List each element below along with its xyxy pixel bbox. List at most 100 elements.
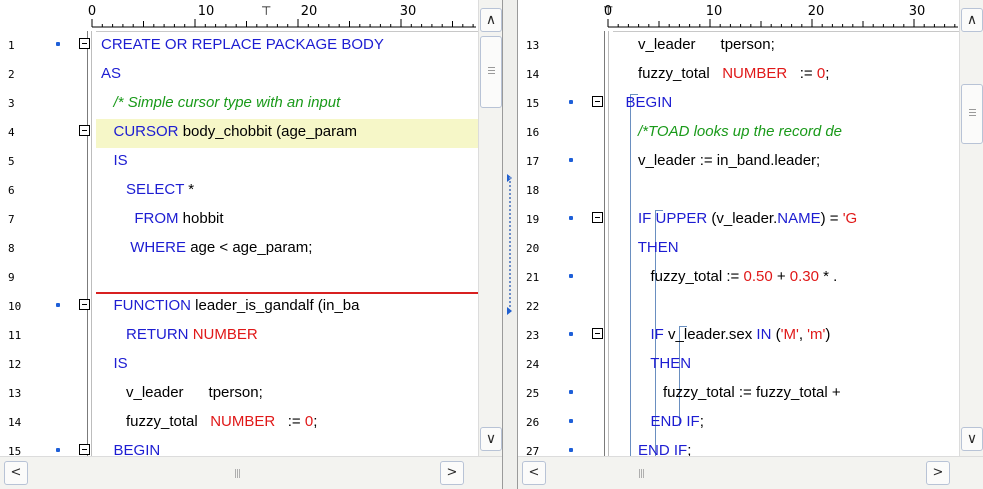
code-text[interactable]: FROM hobbit xyxy=(101,210,223,227)
scroll-left-button[interactable]: < xyxy=(4,461,28,485)
line-number: 16 xyxy=(526,126,540,139)
breakpoint-dot-icon[interactable] xyxy=(56,448,60,452)
code-text[interactable]: AS xyxy=(101,65,121,82)
line-number: 3 xyxy=(8,97,15,110)
vertical-scrollbar[interactable]: ∧ ∨ xyxy=(959,0,983,456)
fold-collapse-icon[interactable] xyxy=(79,125,90,136)
code-line[interactable]: 1 CREATE OR REPLACE PACKAGE BODY xyxy=(0,32,478,61)
horizontal-scrollbar[interactable]: < ||| > xyxy=(0,456,502,489)
breakpoint-dot-icon[interactable] xyxy=(56,303,60,307)
scroll-down-button[interactable]: ∨ xyxy=(480,427,502,451)
code-text[interactable]: BEGIN xyxy=(613,94,673,111)
line-number: 13 xyxy=(8,387,22,400)
fold-collapse-icon[interactable] xyxy=(79,38,90,49)
breakpoint-dot-icon[interactable] xyxy=(569,448,573,452)
code-line[interactable]: 16 /*TOAD looks up the record de xyxy=(518,119,959,148)
pane-splitter[interactable] xyxy=(503,0,517,489)
code-text[interactable]: RETURN NUMBER xyxy=(101,326,258,343)
code-text[interactable]: fuzzy_total := 0.50 + 0.30 * . xyxy=(613,268,838,285)
code-text[interactable]: CREATE OR REPLACE PACKAGE BODY xyxy=(101,36,384,53)
code-line[interactable]: 15 BEGIN xyxy=(518,90,959,119)
code-line[interactable]: 17 v_leader := in_band.leader; xyxy=(518,148,959,177)
scroll-right-button[interactable]: > xyxy=(926,461,950,485)
code-text[interactable]: THEN xyxy=(613,239,679,256)
code-line[interactable]: 23 IF v_leader.sex IN ('M', 'm') xyxy=(518,322,959,351)
code-line[interactable]: 24 THEN xyxy=(518,351,959,380)
breakpoint-dot-icon[interactable] xyxy=(569,216,573,220)
fold-collapse-icon[interactable] xyxy=(79,444,90,455)
horizontal-scrollbar[interactable]: < ||| > xyxy=(518,456,983,489)
fold-collapse-icon[interactable] xyxy=(592,212,603,223)
ruler-label: 30 xyxy=(908,4,926,19)
code-line[interactable]: 10 FUNCTION leader_is_gandalf (in_ba xyxy=(0,293,478,322)
code-line[interactable]: 20 THEN xyxy=(518,235,959,264)
line-number: 17 xyxy=(526,155,540,168)
scroll-up-button[interactable]: ∧ xyxy=(961,8,983,32)
right-editor-pane[interactable]: 0 10 20 30 ⊤ 13 v_leader tperson; 14 fuzz… xyxy=(517,0,983,489)
code-text[interactable]: v_leader tperson; xyxy=(613,36,775,53)
breakpoint-dot-icon[interactable] xyxy=(569,100,573,104)
code-line[interactable]: 19 IF UPPER (v_leader.NAME) = 'G xyxy=(518,206,959,235)
code-line[interactable]: 13 v_leader tperson; xyxy=(0,380,478,409)
fold-collapse-icon[interactable] xyxy=(592,328,603,339)
code-line[interactable]: 12 IS xyxy=(0,351,478,380)
code-text[interactable]: /*TOAD looks up the record de xyxy=(613,123,842,140)
breakpoint-dot-icon[interactable] xyxy=(569,274,573,278)
code-text[interactable]: CURSOR body_chobbit (age_param xyxy=(101,123,357,140)
scroll-thumb[interactable] xyxy=(480,36,502,108)
code-text[interactable]: END IF; xyxy=(613,413,704,430)
line-number: 22 xyxy=(526,300,540,313)
left-editor-pane[interactable]: 0 10 20 30 ⊤ 1 CREATE OR REPLACE PACKAGE … xyxy=(0,0,503,489)
code-text[interactable]: THEN xyxy=(613,355,691,372)
code-line[interactable]: 26 END IF; xyxy=(518,409,959,438)
code-text[interactable]: fuzzy_total NUMBER := 0; xyxy=(613,65,829,82)
code-line[interactable]: 18 xyxy=(518,177,959,206)
scroll-left-button[interactable]: < xyxy=(522,461,546,485)
code-text[interactable]: v_leader := in_band.leader; xyxy=(613,152,820,169)
breakpoint-dot-icon[interactable] xyxy=(569,390,573,394)
line-number: 26 xyxy=(526,416,540,429)
code-text[interactable]: IS xyxy=(101,355,128,372)
code-line[interactable]: 8 WHERE age < age_param; xyxy=(0,235,478,264)
code-line[interactable]: 14 fuzzy_total NUMBER := 0; xyxy=(0,409,478,438)
code-line[interactable]: 7 FROM hobbit xyxy=(0,206,478,235)
code-text[interactable]: v_leader tperson; xyxy=(101,384,263,401)
scroll-thumb[interactable] xyxy=(961,84,983,144)
code-line[interactable]: 2 AS xyxy=(0,61,478,90)
code-text[interactable]: /* Simple cursor type with an input xyxy=(101,94,341,111)
code-line[interactable]: 4 CURSOR body_chobbit (age_param xyxy=(0,119,478,148)
code-line[interactable]: 22 xyxy=(518,293,959,322)
scroll-grip[interactable]: ||| xyxy=(638,469,645,479)
code-text[interactable]: IS xyxy=(101,152,128,169)
code-line[interactable]: 13 v_leader tperson; xyxy=(518,32,959,61)
code-text[interactable]: FUNCTION leader_is_gandalf (in_ba xyxy=(101,297,360,314)
scroll-grip[interactable]: ||| xyxy=(234,469,241,479)
ruler-label: 10 xyxy=(705,4,723,19)
scroll-up-button[interactable]: ∧ xyxy=(480,8,502,32)
code-text[interactable]: IF UPPER (v_leader.NAME) = 'G xyxy=(613,210,857,227)
scroll-right-button[interactable]: > xyxy=(440,461,464,485)
code-line[interactable]: 25 fuzzy_total := fuzzy_total + xyxy=(518,380,959,409)
breakpoint-dot-icon[interactable] xyxy=(569,419,573,423)
breakpoint-dot-icon[interactable] xyxy=(569,158,573,162)
code-line[interactable]: 3 /* Simple cursor type with an input xyxy=(0,90,478,119)
scroll-down-button[interactable]: ∨ xyxy=(961,427,983,451)
code-line[interactable]: 6 SELECT * xyxy=(0,177,478,206)
code-text[interactable]: fuzzy_total := fuzzy_total + xyxy=(613,384,841,401)
line-number: 5 xyxy=(8,155,15,168)
line-number: 24 xyxy=(526,358,540,371)
code-line[interactable]: 14 fuzzy_total NUMBER := 0; xyxy=(518,61,959,90)
fold-collapse-icon[interactable] xyxy=(79,299,90,310)
fold-collapse-icon[interactable] xyxy=(592,96,603,107)
code-line[interactable]: 21 fuzzy_total := 0.50 + 0.30 * . xyxy=(518,264,959,293)
vertical-scrollbar[interactable]: ∧ ∨ xyxy=(478,0,502,456)
code-line[interactable]: 11 RETURN NUMBER xyxy=(0,322,478,351)
code-text[interactable]: fuzzy_total NUMBER := 0; xyxy=(101,413,317,430)
code-text[interactable]: WHERE age < age_param; xyxy=(101,239,312,256)
code-line[interactable]: 9 xyxy=(0,264,478,293)
code-text[interactable]: SELECT * xyxy=(101,181,194,198)
code-line[interactable]: 5 IS xyxy=(0,148,478,177)
code-text[interactable]: IF v_leader.sex IN ('M', 'm') xyxy=(613,326,831,343)
breakpoint-dot-icon[interactable] xyxy=(569,332,573,336)
breakpoint-dot-icon[interactable] xyxy=(56,42,60,46)
